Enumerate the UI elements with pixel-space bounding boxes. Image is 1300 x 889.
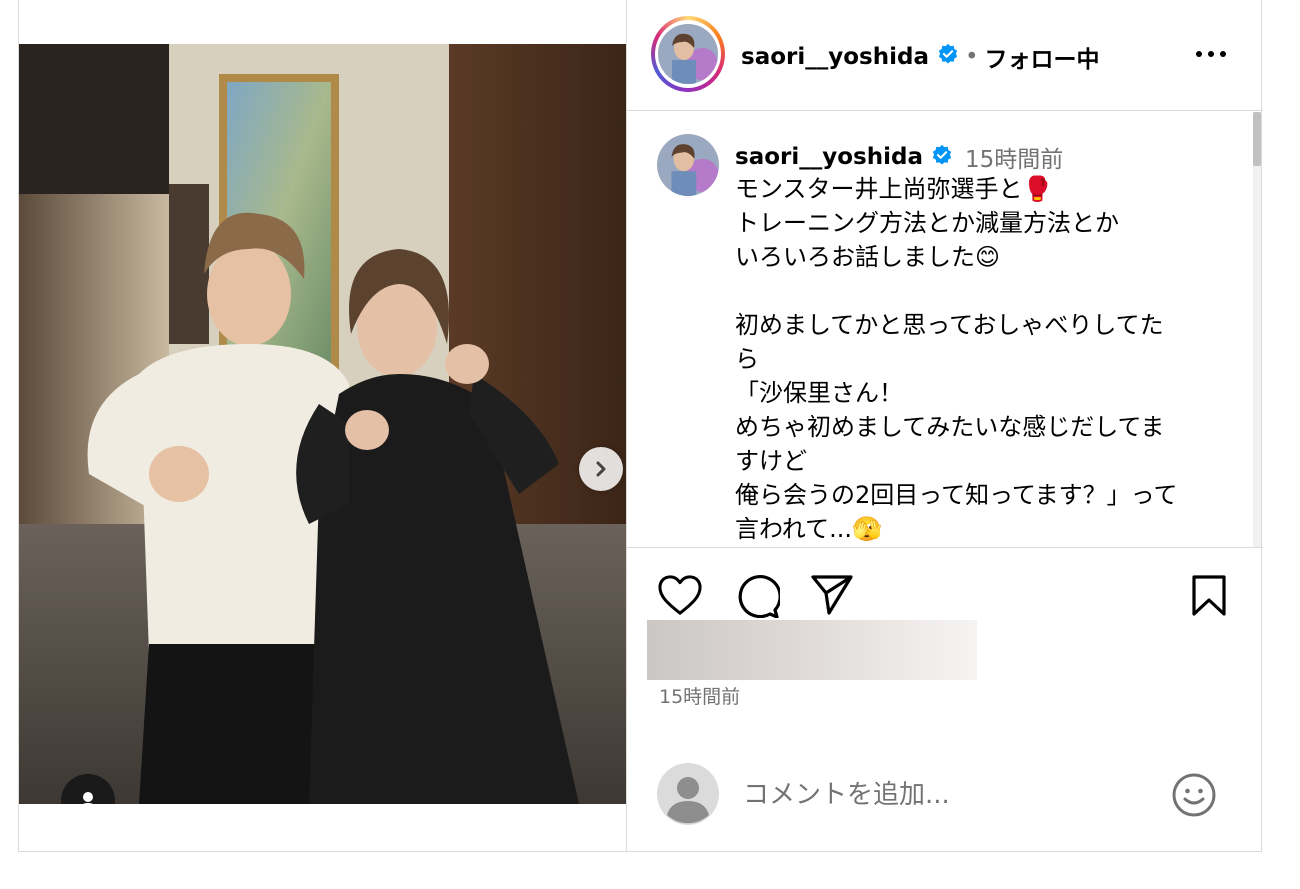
more-options-button[interactable] [1193,40,1229,68]
scrollbar-track[interactable] [1253,112,1261,547]
send-icon [811,575,853,615]
bookmark-icon [1192,575,1226,616]
emoji-picker-button[interactable] [1171,772,1217,822]
header-separator: • [964,44,979,70]
like-button[interactable] [657,574,703,620]
avatar [658,24,718,84]
caption-scroll-area[interactable]: saori__yoshida 15時間前 モンスター井上尚弥選手と🥊 トレーニン… [627,112,1263,548]
caption-avatar[interactable] [657,134,719,196]
more-horizontal-icon [1196,51,1226,57]
caption-line: 初めましてかと思っておしゃべりしてた [735,311,1164,339]
caption-line: 言われて...🫣 [735,515,882,543]
share-button[interactable] [810,574,854,620]
heart-icon [658,575,702,615]
caption-line: モンスター井上尚弥選手と🥊 [735,175,1053,203]
caption-line: すけど [735,447,807,475]
post-header: saori__yoshida • フォロー中 [627,0,1263,111]
post-photo [19,44,626,804]
post-side-panel: saori__yoshida • フォロー中 saori__yoshida 15… [626,0,1263,852]
likes-summary-blurred [647,620,977,680]
post-actions [627,560,1263,620]
caption-line [735,274,1235,308]
smiley-icon [1172,773,1216,817]
scrollbar-thumb[interactable] [1253,112,1261,166]
caption-line: 俺ら会うの2回目って知ってます？」って [735,481,1178,509]
comment-button[interactable] [734,574,782,622]
comment-input[interactable] [743,775,1143,815]
verified-badge-icon [937,43,959,71]
caption-line: いろいろお話しました😊 [735,243,1001,271]
caption-time: 15時間前 [964,147,1064,173]
verified-badge-icon [931,144,953,170]
post-author-username[interactable]: saori__yoshida [741,44,929,70]
comment-icon [738,575,782,619]
caption-line: ら [735,345,759,373]
caption-username[interactable]: saori__yoshida [735,144,923,170]
add-comment-bar [627,760,1263,830]
following-button[interactable]: フォロー中 [985,40,1100,74]
post-timestamp: 15時間前 [659,686,741,708]
caption-line: 「沙保里さん！ [735,379,903,407]
default-avatar-icon [657,763,719,825]
caption-line: めちゃ初めましてみたいな感じだしてま [735,413,1165,441]
next-image-button[interactable] [579,447,623,491]
post-media[interactable] [19,44,626,804]
caption-line: トレーニング方法とか減量方法とか [735,209,1119,237]
user-icon [82,792,94,804]
chevron-right-icon [596,461,606,477]
caption-text: モンスター井上尚弥選手と🥊 トレーニング方法とか減量方法とか いろいろお話しまし… [735,172,1235,546]
save-button[interactable] [1190,574,1228,622]
story-ring[interactable] [651,16,725,92]
